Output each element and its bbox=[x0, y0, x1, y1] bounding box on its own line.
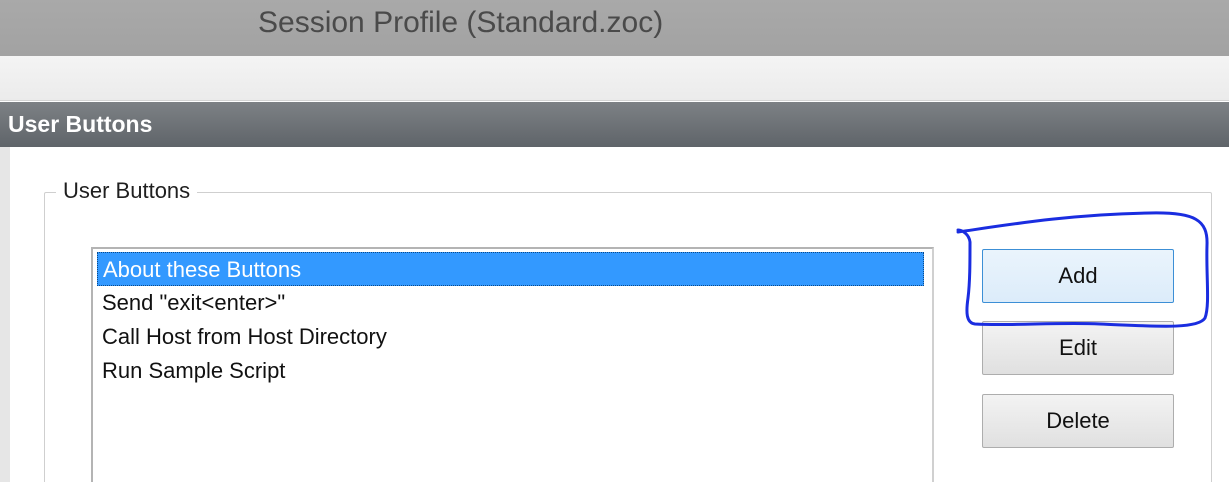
window-title: Session Profile (Standard.zoc) bbox=[258, 6, 664, 39]
edit-button[interactable]: Edit bbox=[982, 321, 1174, 375]
add-button[interactable]: Add bbox=[982, 249, 1174, 303]
title-bar[interactable]: Session Profile (Standard.zoc) bbox=[0, 0, 1229, 56]
toolbar-strip bbox=[0, 56, 1229, 101]
zoc-session-profile-window: Session Profile (Standard.zoc) User Butt… bbox=[0, 0, 1229, 482]
list-item-run-sample-script[interactable]: Run Sample Script bbox=[97, 354, 924, 388]
list-item-about-buttons[interactable]: About these Buttons bbox=[97, 252, 924, 286]
list-item-send-exit[interactable]: Send "exit<enter>" bbox=[97, 286, 924, 320]
section-header: User Buttons bbox=[0, 102, 1229, 147]
delete-button[interactable]: Delete bbox=[982, 394, 1174, 448]
list-item-call-host[interactable]: Call Host from Host Directory bbox=[97, 320, 924, 354]
user-buttons-list[interactable]: About these Buttons Send "exit<enter>" C… bbox=[91, 247, 934, 482]
section-header-label: User Buttons bbox=[8, 111, 153, 137]
groupbox-legend: User Buttons bbox=[56, 178, 198, 204]
